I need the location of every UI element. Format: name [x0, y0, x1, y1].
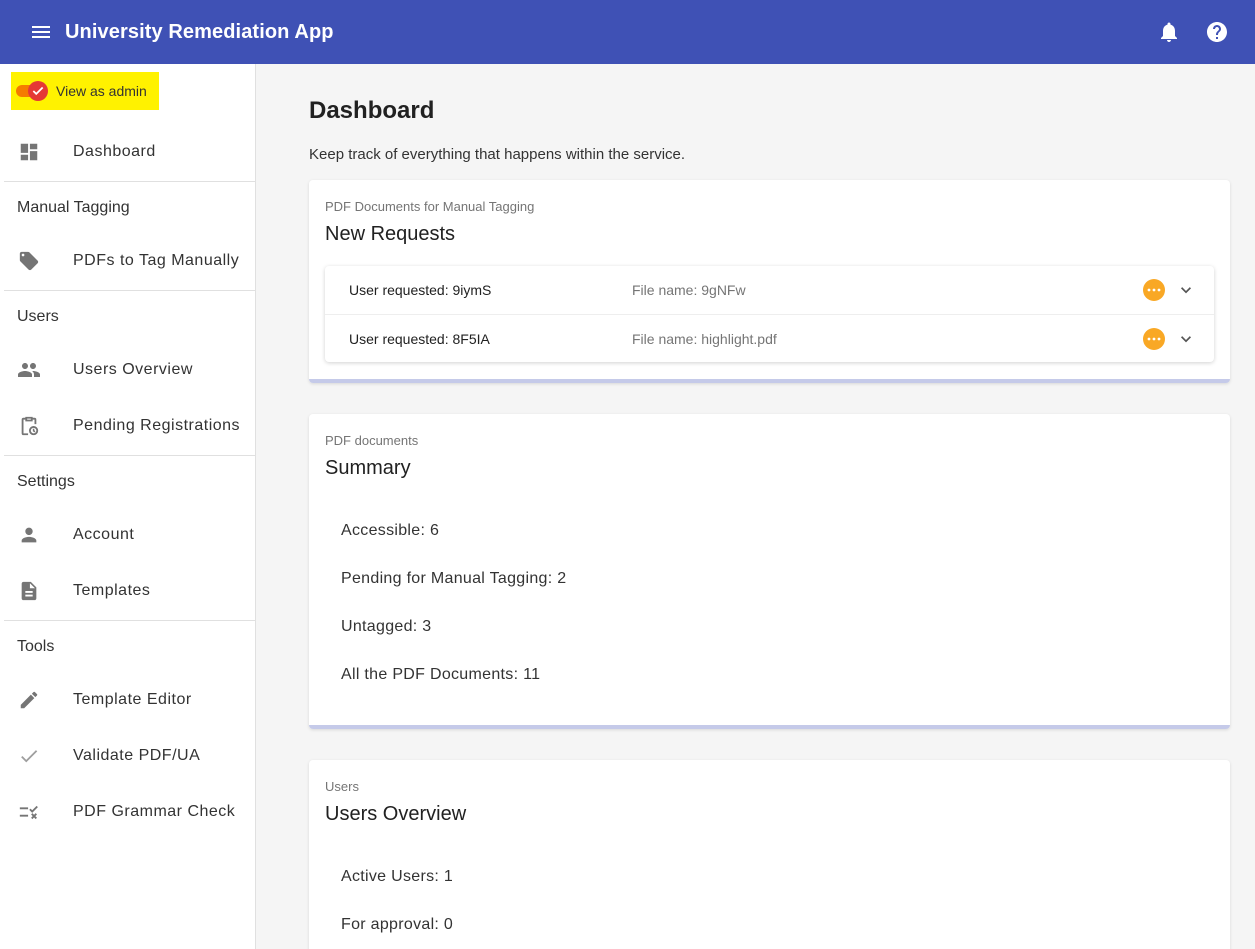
sidebar-item-pdf-grammar-check[interactable]: PDF Grammar Check — [0, 788, 255, 836]
bell-icon[interactable] — [1149, 12, 1189, 52]
sidebar-item-label: Templates — [73, 582, 151, 599]
stat-accessible: Accessible: 6 — [341, 522, 440, 539]
sidebar-item-pdfs-to-tag[interactable]: PDFs to Tag Manually — [0, 237, 255, 285]
stat-for-approval: For approval: 0 — [341, 916, 454, 933]
chevron-down-icon[interactable] — [1176, 329, 1196, 349]
page-title: Dashboard — [309, 97, 435, 124]
sidebar-item-template-editor[interactable]: Template Editor — [0, 676, 255, 724]
sidebar-item-templates[interactable]: Templates — [0, 567, 255, 615]
sidebar-item-dashboard[interactable]: Dashboard — [0, 128, 255, 176]
card-title: New Requests — [325, 223, 456, 245]
request-file: File name: 9gNFw — [632, 282, 746, 298]
sidebar-item-validate-pdfua[interactable]: Validate PDF/UA — [0, 732, 255, 780]
sidebar-item-label: Template Editor — [73, 691, 192, 708]
divider — [4, 290, 255, 291]
document-icon — [17, 579, 41, 603]
sidebar-item-pending-registrations[interactable]: Pending Registrations — [0, 402, 255, 450]
sidebar-item-label: Pending Registrations — [73, 417, 241, 434]
sidebar: View as admin Dashboard Manual Tagging P… — [0, 64, 256, 949]
card-title: Summary — [325, 457, 411, 479]
stat-pending-manual-tagging: Pending for Manual Tagging: 2 — [341, 570, 567, 587]
sidebar-item-label: Dashboard — [73, 143, 156, 160]
stat-active-users: Active Users: 1 — [341, 868, 454, 885]
divider — [4, 181, 255, 182]
divider — [4, 620, 255, 621]
request-user: User requested: 9iymS — [349, 282, 492, 298]
app-title: University Remediation App — [65, 20, 334, 43]
person-icon — [17, 523, 41, 547]
request-row[interactable]: User requested: 9iymS File name: 9gNFw — [325, 266, 1214, 314]
check-icon — [17, 744, 41, 768]
stat-all-pdf-documents: All the PDF Documents: 11 — [341, 666, 541, 683]
request-user: User requested: 8F5IA — [349, 330, 490, 347]
rule-icon — [17, 800, 41, 824]
section-settings: Settings — [17, 473, 75, 490]
sidebar-item-label: Account — [73, 526, 135, 543]
request-row[interactable]: User requested: 8F5IA File name: highlig… — [325, 314, 1214, 362]
help-icon[interactable] — [1197, 12, 1237, 52]
pencil-icon — [17, 688, 41, 712]
admin-toggle-label: View as admin — [56, 83, 147, 99]
tag-icon — [17, 249, 41, 273]
admin-switch[interactable] — [16, 81, 48, 101]
sidebar-item-label: Validate PDF/UA — [73, 747, 201, 764]
clipboard-clock-icon — [17, 414, 41, 438]
chevron-down-icon[interactable] — [1176, 280, 1196, 300]
check-icon — [28, 81, 48, 101]
request-file: File name: highlight.pdf — [632, 330, 777, 347]
section-users: Users — [17, 308, 59, 325]
page-subtitle: Keep track of everything that happens wi… — [309, 146, 686, 163]
card-accent — [309, 725, 1230, 729]
sidebar-item-label: Users Overview — [73, 361, 193, 378]
new-requests-card: PDF Documents for Manual Tagging New Req… — [309, 180, 1230, 383]
view-as-admin-toggle[interactable]: View as admin — [11, 72, 159, 110]
card-overline: PDF documents — [325, 433, 419, 448]
divider — [4, 455, 255, 456]
people-icon — [17, 358, 41, 382]
dashboard-icon — [17, 140, 41, 164]
section-tools: Tools — [17, 638, 55, 655]
card-overline: Users — [325, 779, 359, 794]
sidebar-item-users-overview[interactable]: Users Overview — [0, 346, 255, 394]
sidebar-item-label: PDF Grammar Check — [73, 803, 236, 820]
pending-icon — [1143, 327, 1165, 350]
card-overline: PDF Documents for Manual Tagging — [325, 199, 535, 214]
card-accent — [309, 379, 1230, 383]
menu-icon[interactable] — [21, 12, 61, 52]
app-bar: University Remediation App — [0, 0, 1255, 64]
stat-untagged: Untagged: 3 — [341, 618, 432, 635]
requests-list: User requested: 9iymS File name: 9gNFw U… — [325, 266, 1214, 362]
pending-icon — [1143, 279, 1165, 301]
users-overview-card: Users Users Overview Active Users: 1 For… — [309, 760, 1230, 949]
sidebar-item-account[interactable]: Account — [0, 511, 255, 559]
sidebar-item-label: PDFs to Tag Manually — [73, 252, 240, 269]
section-manual-tagging: Manual Tagging — [17, 199, 130, 216]
card-title: Users Overview — [325, 803, 467, 825]
summary-card: PDF documents Summary Accessible: 6 Pend… — [309, 414, 1230, 729]
main-content: Dashboard Keep track of everything that … — [256, 64, 1255, 949]
